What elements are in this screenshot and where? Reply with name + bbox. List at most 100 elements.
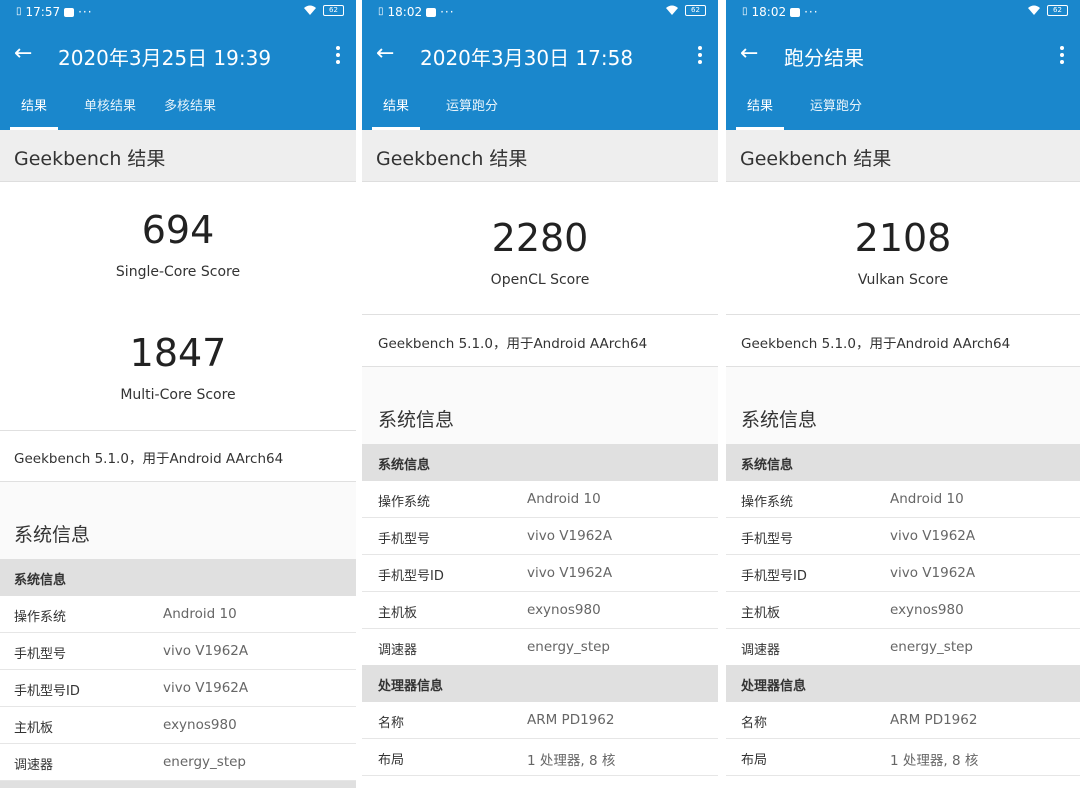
back-arrow-icon[interactable]: ← [14,40,32,68]
table-row: 操作系统 Android 10 [0,596,356,633]
group-header-system: 系统信息 [0,559,356,596]
message-icon [790,7,801,17]
row-key: 操作系统 [378,495,431,510]
back-arrow-icon[interactable]: ← [376,40,394,68]
more-notifications-icon: ··· [804,5,819,19]
tab-single-core[interactable]: 单核结果 [74,88,146,130]
row-key: 名称 [378,716,405,731]
tab-multi-core[interactable]: 多核结果 [154,88,226,130]
score-card: 694 Single-Core Score 1847 Multi-Core Sc… [0,182,356,430]
app-bar: ▯ 18:02 ··· 62 ← 跑分结果 结果 运算跑分 [726,0,1080,130]
row-key: 操作系统 [741,495,794,510]
group-header-label: 处理器信息 [741,679,807,694]
row-key: 手机型号ID [741,569,807,584]
table-row [726,776,1080,788]
vulkan-score: 2108 [854,216,952,260]
row-key: 操作系统 [14,610,67,625]
group-header-processor: 处理器信息 [726,665,1080,702]
row-key: 名称 [741,716,768,731]
table-row [362,776,718,788]
tab-compute[interactable]: 运算跑分 [800,88,872,130]
vulkan-label: Vulkan Score [857,272,949,288]
group-header-label: 处理器信息 [378,679,444,694]
table-row: 手机型号 vivo V1962A [362,518,718,555]
row-value: exynos980 [163,717,237,733]
tab-bar: 结果 单核结果 多核结果 [0,88,356,130]
app-bar: ▯ 17:57 ··· 62 ← 2020年3月25日 19:39 结果 单核结… [0,0,356,130]
group-header-label: 系统信息 [14,573,67,588]
table-row: 手机型号ID vivo V1962A [362,555,718,592]
row-key: 调速器 [14,758,54,773]
score-card: 2280 OpenCL Score [362,182,718,314]
more-notifications-icon: ··· [440,5,455,19]
row-value: vivo V1962A [163,643,249,659]
opencl-label: OpenCL Score [490,272,590,288]
more-vert-icon[interactable] [1060,46,1064,67]
table-row: 布局 1 处理器, 8 核 [362,739,718,776]
screen-vulkan: ▯ 18:02 ··· 62 ← 跑分结果 结果 运算跑分 Geekbench … [726,0,1080,788]
row-value: ARM PD1962 [527,712,615,728]
table-row: 手机型号ID vivo V1962A [0,670,356,707]
more-vert-icon[interactable] [336,46,340,67]
table-row: 手机型号 vivo V1962A [726,518,1080,555]
status-time: 18:02 [751,5,787,19]
row-value: vivo V1962A [527,528,613,544]
page-title: 2020年3月25日 19:39 [58,46,272,70]
battery-icon: 62 [685,5,706,16]
table-row: 手机型号ID vivo V1962A [726,555,1080,592]
row-value: vivo V1962A [890,528,976,544]
tab-compute[interactable]: 运算跑分 [436,88,508,130]
row-value: 1 处理器, 8 核 [890,753,979,769]
row-key: 手机型号 [741,532,794,547]
group-header-processor: 处理器信息 [362,665,718,702]
results-section-header: Geekbench 结果 [362,130,718,182]
divider [726,366,1080,367]
page-title: 2020年3月30日 17:58 [420,46,634,70]
system-info-title: 系统信息 [741,409,818,431]
group-header-label: 系统信息 [378,458,431,473]
row-value: energy_step [890,639,973,655]
tab-results[interactable]: 结果 [736,88,784,130]
multi-core-label: Multi-Core Score [120,387,236,403]
section-title: Geekbench 结果 [14,148,166,170]
row-value: vivo V1962A [527,565,613,581]
tab-results[interactable]: 结果 [372,88,420,130]
version-text: Geekbench 5.1.0，用于Android AArch64 [741,336,1011,352]
table-row: 调速器 energy_step [0,744,356,781]
table-row: 调速器 energy_step [726,629,1080,666]
multi-core-score: 1847 [129,331,227,375]
message-icon [64,7,75,17]
results-section-header: Geekbench 结果 [0,130,356,182]
status-bar: ▯ 18:02 ··· 62 [726,0,1080,26]
row-key: 手机型号ID [14,684,80,699]
message-icon [426,7,437,17]
sim-icon: ▯ [742,6,748,17]
row-key: 调速器 [378,643,418,658]
wifi-icon [304,5,316,15]
battery-icon: 62 [1047,5,1068,16]
single-core-label: Single-Core Score [115,264,241,280]
table-row: 手机型号 vivo V1962A [0,633,356,670]
more-vert-icon[interactable] [698,46,702,67]
table-row: 主机板 exynos980 [726,592,1080,629]
row-value: Android 10 [527,491,601,507]
single-core-score: 694 [141,208,215,252]
tab-results[interactable]: 结果 [10,88,58,130]
row-value: vivo V1962A [163,680,249,696]
row-key: 主机板 [378,606,418,621]
status-time: 17:57 [25,5,61,19]
wifi-icon [1028,5,1040,15]
sim-icon: ▯ [16,6,22,17]
row-value: ARM PD1962 [890,712,978,728]
row-value: exynos980 [527,602,601,618]
back-arrow-icon[interactable]: ← [740,40,758,68]
section-title: Geekbench 结果 [376,148,528,170]
row-key: 手机型号 [378,532,431,547]
row-value: energy_step [527,639,610,655]
section-title: Geekbench 结果 [740,148,892,170]
tab-bar: 结果 运算跑分 [362,88,718,130]
row-key: 调速器 [741,643,781,658]
system-info-title: 系统信息 [14,524,91,546]
row-value: exynos980 [890,602,964,618]
score-card: 2108 Vulkan Score [726,182,1080,314]
